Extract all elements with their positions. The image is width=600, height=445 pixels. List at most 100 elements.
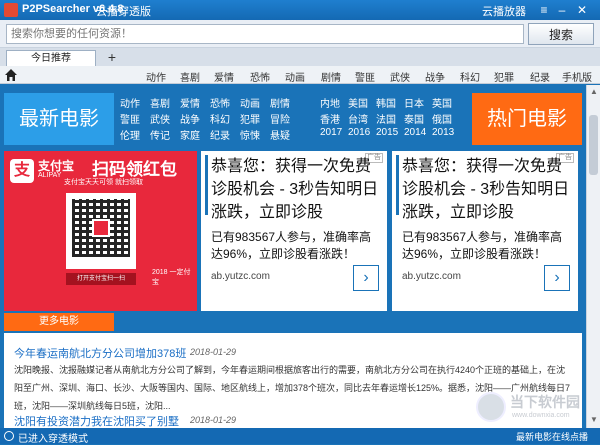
app-subtitle: 云播穿透版: [96, 6, 151, 18]
genre-link[interactable]: 动作: [120, 95, 140, 110]
nav-item[interactable]: 纪录: [530, 69, 550, 84]
genre-link[interactable]: 动画: [240, 95, 260, 110]
genre-link[interactable]: 爱情: [180, 95, 200, 110]
add-tab-button[interactable]: +: [102, 50, 122, 66]
year-link[interactable]: 2014: [404, 127, 426, 138]
genre-link[interactable]: 犯罪: [240, 111, 260, 126]
nav-item[interactable]: 警匪: [355, 69, 375, 84]
tab-today-recommend[interactable]: 今日推荐: [6, 50, 96, 66]
genre-link[interactable]: 冒险: [270, 111, 290, 126]
genre-link[interactable]: 惊悚: [240, 127, 260, 142]
region-link[interactable]: 香港: [320, 111, 340, 126]
ad-accent-bar: [205, 155, 208, 215]
nav-item[interactable]: 犯罪: [494, 69, 514, 84]
genre-link[interactable]: 警匪: [120, 111, 140, 126]
news-date: 2018-01-29: [190, 347, 237, 357]
status-right-link[interactable]: 最新电影在线点播: [516, 430, 588, 443]
scroll-up-icon[interactable]: ▲: [590, 87, 598, 96]
ad-body: 已有983567人参与，准确率高达96%，立即诊股看涨跌！: [402, 230, 563, 261]
genre-link[interactable]: 恐怖: [210, 95, 230, 110]
nav-item[interactable]: 战争: [425, 69, 445, 84]
search-bar: 搜索: [0, 20, 600, 48]
chevron-right-icon[interactable]: ›: [353, 265, 379, 291]
region-link[interactable]: 泰国: [404, 111, 424, 126]
region-link[interactable]: 俄国: [432, 111, 452, 126]
watermark: 当下软件园 www.downxia.com: [476, 392, 586, 428]
nav-item[interactable]: 爱情: [214, 69, 234, 84]
hot-movies-banner[interactable]: 热门电影: [472, 93, 582, 145]
status-icon: [4, 431, 14, 441]
alipay-year: 2018 一定付宝: [152, 269, 191, 286]
genre-link[interactable]: 家庭: [180, 127, 200, 142]
region-link[interactable]: 英国: [432, 95, 452, 110]
main-content: 最新电影 动作 喜剧 爱情 恐怖 动画 剧情 警匪 武侠 战争 科幻 犯罪 冒险…: [0, 85, 586, 428]
news-title-link[interactable]: 沈阳有投资潜力我在沈阳买了别墅: [14, 413, 179, 428]
nav-item[interactable]: 动画: [285, 69, 305, 84]
ad-domain: ab.yutzc.com: [211, 271, 270, 282]
status-bar: 已进入穿透模式 最新电影在线点播: [0, 428, 600, 445]
genre-link[interactable]: 战争: [180, 111, 200, 126]
year-link[interactable]: 2016: [348, 127, 370, 138]
genre-link[interactable]: 科幻: [210, 111, 230, 126]
scrollbar[interactable]: ▲ ▼: [586, 85, 600, 428]
more-movies-button[interactable]: 更多电影: [4, 313, 114, 331]
scroll-thumb[interactable]: [589, 115, 598, 175]
region-link[interactable]: 韩国: [376, 95, 396, 110]
nav-item[interactable]: 动作: [146, 69, 166, 84]
qr-code: [66, 193, 136, 269]
nav-item[interactable]: 恐怖: [250, 69, 270, 84]
ad-body: 已有983567人参与，准确率高达96%，立即诊股看涨跌！: [211, 230, 372, 261]
alipay-ad[interactable]: 支 支付宝 ALIPAY 扫码领红包 支付宝天天可领 就扫领取 打开支付宝扫一扫…: [4, 151, 197, 311]
scroll-down-icon[interactable]: ▼: [590, 415, 598, 424]
menu-icon[interactable]: ≡: [536, 2, 552, 18]
nav-item[interactable]: 喜剧: [180, 69, 200, 84]
nav-item[interactable]: 剧情: [321, 69, 341, 84]
app-logo-icon: [4, 3, 18, 17]
watermark-url: www.downxia.com: [512, 412, 570, 419]
year-link[interactable]: 2015: [376, 127, 398, 138]
ad-accent-bar: [396, 155, 399, 215]
genre-link[interactable]: 传记: [150, 127, 170, 142]
alipay-logo-icon: 支: [10, 159, 34, 183]
region-link[interactable]: 内地: [320, 95, 340, 110]
watermark-text: 当下软件园: [510, 394, 580, 410]
year-link[interactable]: 2013: [432, 127, 454, 138]
tab-bar: 今日推荐 +: [0, 48, 600, 66]
stock-ad-card[interactable]: 广告 恭喜您：获得一次免费诊股机会 - 3秒告知明日涨跌，立即诊股 已有9835…: [201, 151, 387, 311]
alipay-scan-label: 打开支付宝扫一扫: [66, 273, 136, 285]
region-link[interactable]: 日本: [404, 95, 424, 110]
chevron-right-icon[interactable]: ›: [544, 265, 570, 291]
latest-movies-banner[interactable]: 最新电影: [4, 93, 114, 145]
qr-center-icon: [92, 219, 110, 237]
genre-link[interactable]: 伦理: [120, 127, 140, 142]
region-link[interactable]: 法国: [376, 111, 396, 126]
genre-link[interactable]: 纪录: [210, 127, 230, 142]
nav-item[interactable]: 武侠: [390, 69, 410, 84]
nav-item[interactable]: 科幻: [460, 69, 480, 84]
minimize-icon[interactable]: –: [554, 2, 570, 18]
alipay-note: 支付宝天天可领 就扫领取: [64, 179, 143, 186]
news-title-link[interactable]: 今年春运南航北方分公司增加378班: [14, 345, 186, 361]
ad-headline: 恭喜您：获得一次免费诊股机会 - 3秒告知明日涨跌，立即诊股: [211, 158, 379, 221]
region-link[interactable]: 美国: [348, 95, 368, 110]
search-button[interactable]: 搜索: [528, 23, 594, 45]
genre-link[interactable]: 武侠: [150, 111, 170, 126]
region-link[interactable]: 台湾: [348, 111, 368, 126]
stock-ad-card[interactable]: 广告 恭喜您：获得一次免费诊股机会 - 3秒告知明日涨跌，立即诊股 已有9835…: [392, 151, 578, 311]
category-nav: 动作 喜剧 爱情 恐怖 动画 剧情 警匪 武侠 战争 科幻 犯罪 纪录 手机版: [0, 66, 600, 84]
genre-link[interactable]: 喜剧: [150, 95, 170, 110]
nav-item[interactable]: 手机版: [562, 69, 592, 84]
alipay-subtitle: ALIPAY: [38, 172, 62, 179]
home-icon[interactable]: [4, 68, 18, 82]
search-input[interactable]: [6, 24, 524, 44]
status-text: 已进入穿透模式: [18, 434, 88, 445]
genre-link[interactable]: 剧情: [270, 95, 290, 110]
ad-domain: ab.yutzc.com: [402, 271, 461, 282]
year-link[interactable]: 2017: [320, 127, 342, 138]
close-icon[interactable]: ✕: [574, 2, 590, 18]
title-bar: P2PSearcher v6.4.8 云播穿透版 云播放器 ≡ – ✕: [0, 0, 600, 20]
news-date: 2018-01-29: [190, 415, 237, 425]
cloud-player-link[interactable]: 云播放器: [482, 3, 526, 19]
genre-link[interactable]: 悬疑: [270, 127, 290, 142]
ad-headline: 恭喜您：获得一次免费诊股机会 - 3秒告知明日涨跌，立即诊股: [402, 158, 570, 221]
